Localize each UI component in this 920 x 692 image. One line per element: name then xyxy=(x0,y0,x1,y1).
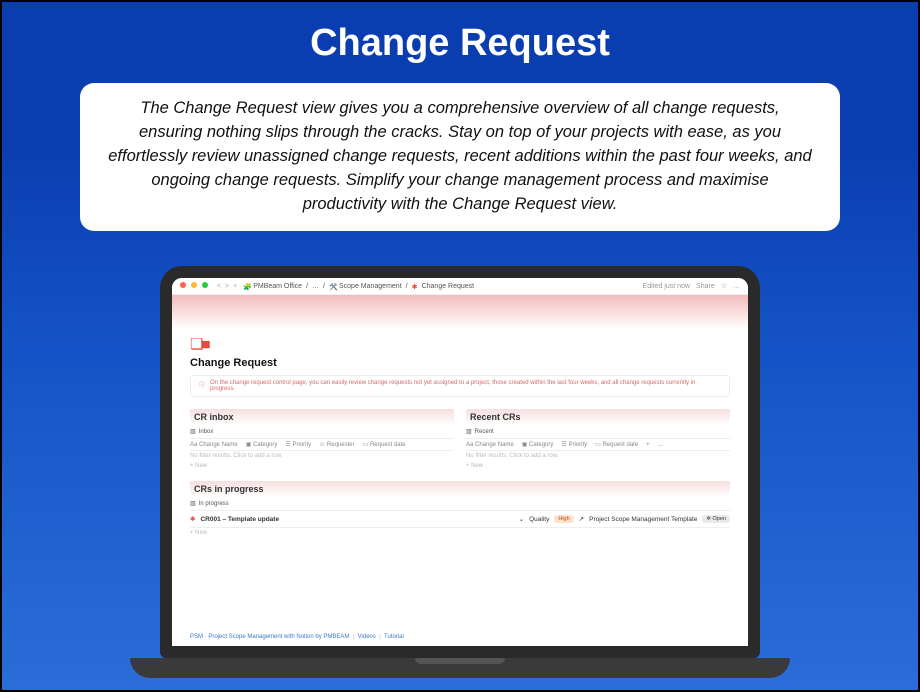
cr-icon: ✱ xyxy=(412,283,418,289)
hero-title: Change Request xyxy=(2,22,918,65)
recent-card: Recent CRs ▥ Recent Aa Change Name ▣ Cat… xyxy=(466,409,730,471)
cr-name[interactable]: CR001 – Template update xyxy=(200,516,279,523)
inbox-empty[interactable]: No filter results. Click to add a row. xyxy=(190,451,454,461)
minimize-icon[interactable] xyxy=(191,282,197,288)
hero-description: The Change Request view gives you a comp… xyxy=(80,83,840,231)
laptop-base xyxy=(130,658,790,678)
cr-project[interactable]: Project Scope Management Template xyxy=(589,516,697,523)
cr-row-icon: ✱ xyxy=(190,515,195,523)
col-more[interactable]: … xyxy=(658,442,664,448)
traffic-lights[interactable] xyxy=(180,282,211,290)
maximize-icon[interactable] xyxy=(202,282,208,288)
col-priority[interactable]: ☰ Priority xyxy=(561,441,587,448)
nav-new[interactable]: + xyxy=(233,283,237,290)
col-requester[interactable]: ☺ Requester xyxy=(319,442,354,448)
table-row[interactable]: ✱ CR001 – Template update ⌄ Quality High… xyxy=(190,511,730,528)
page-cover xyxy=(172,295,748,329)
app-topbar: < > + 🧩 PMBeam Office/ …/ 🛠️ Scope Manag… xyxy=(172,278,748,295)
inprogress-new[interactable]: + New xyxy=(190,528,730,538)
office-icon: 🧩 xyxy=(243,283,249,289)
crumb-2[interactable]: Scope Management xyxy=(339,283,402,290)
in-progress-section: CRs in progress ▥ In progress ✱ CR001 – … xyxy=(190,481,730,538)
crumb-1[interactable]: … xyxy=(312,283,319,290)
list-icon: ▥ xyxy=(190,428,196,435)
scope-icon: 🛠️ xyxy=(329,283,335,289)
recent-empty[interactable]: No filter results. Click to add a row. xyxy=(466,451,730,461)
cr-category: Quality xyxy=(529,516,549,523)
alert-text: On the change request control page, you … xyxy=(210,380,721,392)
col-category[interactable]: ▣ Category xyxy=(246,441,278,448)
project-icon: ↗ xyxy=(579,515,584,523)
footer-main-link[interactable]: PSM · Project Scope Management with Noti… xyxy=(190,634,349,640)
inprogress-view-label: In progress xyxy=(199,501,229,507)
info-alert: ⓘ On the change request control page, yo… xyxy=(190,375,730,397)
laptop-lid: < > + 🧩 PMBeam Office/ …/ 🛠️ Scope Manag… xyxy=(160,266,760,658)
col-priority[interactable]: ☰ Priority xyxy=(285,441,311,448)
recent-new[interactable]: + New xyxy=(466,461,730,471)
category-icon: ⌄ xyxy=(519,515,524,523)
col-date[interactable]: ▭ Request date xyxy=(595,441,638,448)
footer-tutorial-link[interactable]: Tutorial xyxy=(384,634,404,640)
app-screenshot: < > + 🧩 PMBeam Office/ …/ 🛠️ Scope Manag… xyxy=(172,278,748,646)
nav-controls[interactable]: < > + xyxy=(217,283,237,290)
more-icon[interactable]: … xyxy=(733,283,740,290)
cr-inbox-view[interactable]: ▥ Inbox xyxy=(190,425,454,439)
col-category[interactable]: ▣ Category xyxy=(522,441,554,448)
two-columns: CR inbox ▥ Inbox Aa Change Name ▣ Catego… xyxy=(190,409,730,471)
page-content: ❏■ Change Request ⓘ On the change reques… xyxy=(172,329,748,544)
nav-fwd[interactable]: > xyxy=(225,283,229,290)
crumb-0[interactable]: PMBeam Office xyxy=(253,283,302,290)
list-icon: ▥ xyxy=(190,500,196,507)
col-name[interactable]: Aa Change Name xyxy=(190,442,238,448)
recent-title: Recent CRs xyxy=(466,409,730,425)
cr-status-chip: ✲ Open xyxy=(702,515,730,523)
page-icon: ❏■ xyxy=(190,335,730,353)
cr-priority-chip: High xyxy=(554,515,573,523)
inprogress-view[interactable]: ▥ In progress xyxy=(190,497,730,511)
star-icon[interactable]: ☆ xyxy=(721,282,727,290)
inprogress-title: CRs in progress xyxy=(190,481,730,497)
inbox-new[interactable]: + New xyxy=(190,461,454,471)
laptop-mockup: < > + 🧩 PMBeam Office/ …/ 🛠️ Scope Manag… xyxy=(160,266,760,678)
recent-view-label: Recent xyxy=(475,429,494,435)
list-icon: ▥ xyxy=(466,428,472,435)
breadcrumb[interactable]: 🧩 PMBeam Office/ …/ 🛠️ Scope Management/… xyxy=(243,283,474,290)
share-button[interactable]: Share xyxy=(696,283,715,290)
recent-columns: Aa Change Name ▣ Category ☰ Priority ▭ R… xyxy=(466,439,730,451)
nav-back[interactable]: < xyxy=(217,283,221,290)
page-title: Change Request xyxy=(190,357,730,369)
cr-inbox-card: CR inbox ▥ Inbox Aa Change Name ▣ Catego… xyxy=(190,409,454,471)
alert-icon: ⓘ xyxy=(199,380,205,392)
edited-label: Edited just now xyxy=(643,283,690,290)
crumb-3[interactable]: Change Request xyxy=(422,283,475,290)
app-footer: PSM · Project Scope Management with Noti… xyxy=(190,634,404,640)
col-add[interactable]: + xyxy=(646,442,650,448)
col-name[interactable]: Aa Change Name xyxy=(466,442,514,448)
cr-inbox-view-label: Inbox xyxy=(199,429,214,435)
cr-inbox-columns: Aa Change Name ▣ Category ☰ Priority ☺ R… xyxy=(190,439,454,451)
recent-view[interactable]: ▥ Recent xyxy=(466,425,730,439)
close-icon[interactable] xyxy=(180,282,186,288)
footer-videos-link[interactable]: Videos xyxy=(358,634,376,640)
col-date[interactable]: ▭ Request date xyxy=(363,441,406,448)
hero-frame: Change Request The Change Request view g… xyxy=(0,0,920,692)
cr-inbox-title: CR inbox xyxy=(190,409,454,425)
